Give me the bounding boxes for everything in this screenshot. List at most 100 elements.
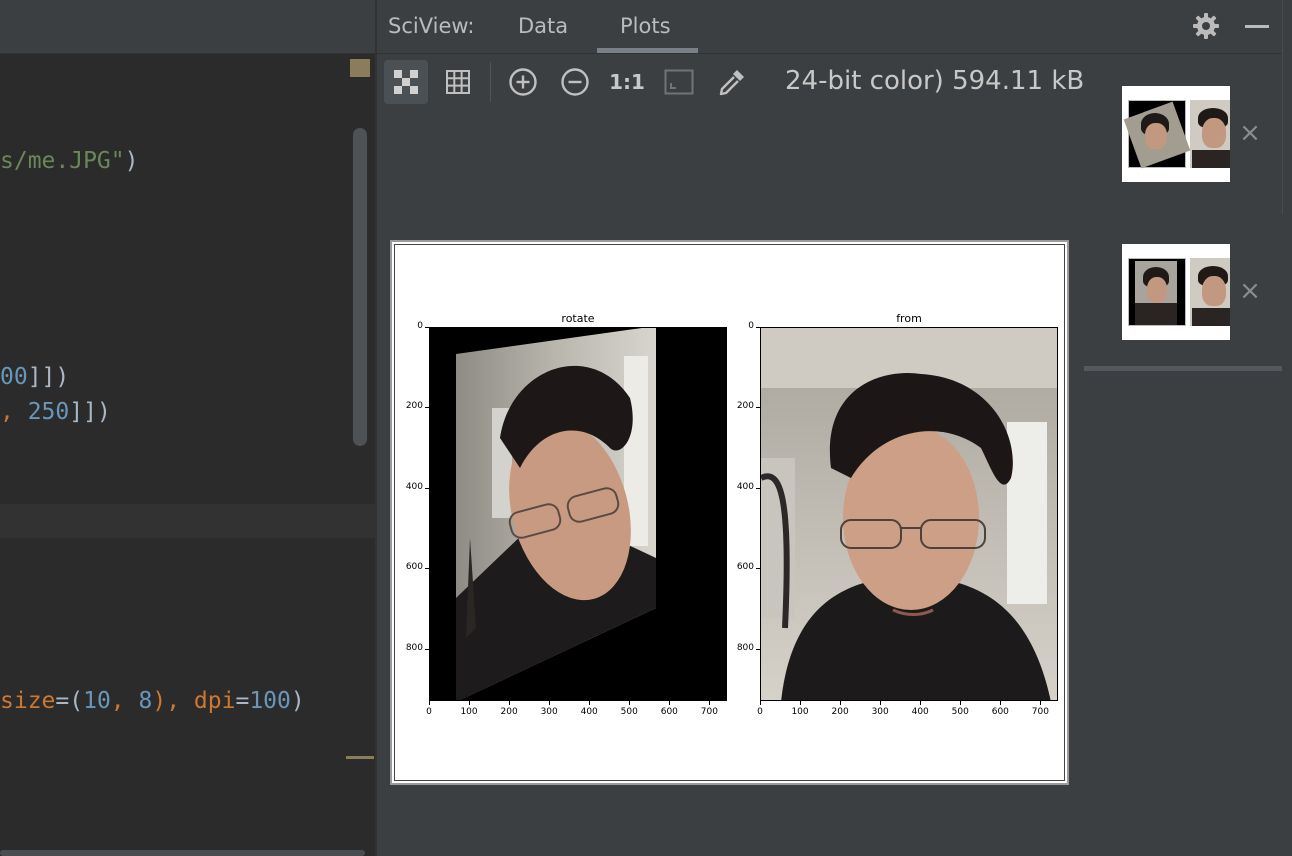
y-tick-label: 600 xyxy=(736,562,754,573)
x-tick-mark xyxy=(1000,701,1002,705)
y-tick-mark xyxy=(756,327,760,328)
x-tick-label: 500 xyxy=(620,707,638,717)
color-picker-button[interactable] xyxy=(710,60,754,104)
y-tick-label: 0 xyxy=(417,321,423,331)
active-tab-indicator xyxy=(597,48,698,53)
x-tick-mark xyxy=(760,701,761,705)
y-tick-mark xyxy=(756,487,760,489)
plot-image[interactable]: rotate from 0 100 200 300 400 500 600 70… xyxy=(390,240,1069,785)
error-stripe-marker[interactable] xyxy=(346,756,374,759)
code-line[interactable]: 00]]) xyxy=(0,362,69,392)
eyedropper-icon xyxy=(719,70,744,96)
code-editor[interactable]: s/me.JPG") 00]]) , 250]]) size=(10, 8), … xyxy=(0,0,375,856)
plot-thumbnail[interactable] xyxy=(1122,244,1230,340)
code-token: 8 xyxy=(138,688,153,714)
code-token: , xyxy=(110,688,139,714)
actual-size-button[interactable]: 1:1 xyxy=(605,60,649,104)
y-tick-mark xyxy=(425,568,429,570)
editor-horizontal-scrollbar[interactable] xyxy=(0,850,365,856)
y-tick-label: 200 xyxy=(736,401,754,412)
code-token: 00 xyxy=(0,364,28,390)
image-info-text: 24-bit color) 594.11 kB xyxy=(785,66,1085,96)
y-tick-label: 400 xyxy=(405,481,423,492)
sciview-title: SciView: xyxy=(388,14,475,38)
x-tick-mark xyxy=(880,701,882,705)
code-token: ), xyxy=(152,688,194,714)
y-tick-mark xyxy=(756,568,760,570)
x-tick-label: 400 xyxy=(580,707,598,717)
code-token: dpi xyxy=(193,688,236,714)
x-tick-label: 300 xyxy=(871,707,889,717)
y-tick-mark xyxy=(425,407,429,409)
close-thumbnail-icon[interactable]: × xyxy=(1239,120,1261,146)
x-tick-label: 700 xyxy=(700,707,718,717)
x-tick-label: 200 xyxy=(831,707,849,717)
subplot-title: rotate xyxy=(561,312,595,325)
y-tick-label: 400 xyxy=(736,481,754,492)
code-token: = xyxy=(235,688,250,714)
code-token: ]]) xyxy=(69,399,111,425)
zoom-in-button[interactable] xyxy=(501,60,545,104)
gear-icon[interactable] xyxy=(1192,12,1220,40)
x-tick-label: 700 xyxy=(1031,707,1049,717)
code-line[interactable]: s/me.JPG") xyxy=(0,146,138,176)
inspection-marker[interactable] xyxy=(350,59,370,77)
zoom-out-icon xyxy=(561,68,589,96)
sciview-panel: SciView: Data Plots 1:1 24-bit color) 59… xyxy=(377,0,1292,856)
editor-tab-bar xyxy=(0,0,375,54)
thumbnail-rotated-image xyxy=(1123,100,1191,169)
code-line[interactable]: , 250]]) xyxy=(0,397,111,427)
x-tick-mark xyxy=(1040,701,1042,705)
x-tick-label: 300 xyxy=(540,707,558,717)
code-token: size xyxy=(0,688,56,714)
x-tick-mark xyxy=(469,701,471,705)
thumbnail-rotated-image xyxy=(1128,258,1186,326)
code-line[interactable]: size=(10, 8), dpi=100) xyxy=(0,686,305,716)
thumbnail-scrollbar[interactable] xyxy=(1282,0,1292,214)
y-tick-label: 800 xyxy=(405,642,423,653)
editor-scrollbar-thumb[interactable] xyxy=(353,128,367,446)
plot-thumbnail[interactable] xyxy=(1122,86,1230,182)
code-token: , xyxy=(0,399,28,425)
x-tick-label: 100 xyxy=(460,707,478,717)
x-tick-label: 0 xyxy=(426,707,432,717)
code-token: =( xyxy=(55,688,84,714)
close-thumbnail-icon[interactable]: × xyxy=(1239,278,1261,304)
zoom-out-button[interactable] xyxy=(553,60,597,104)
x-tick-mark xyxy=(429,701,430,705)
code-token: ) xyxy=(290,688,305,714)
grid-button[interactable] xyxy=(436,60,480,104)
tab-data[interactable]: Data xyxy=(518,14,568,38)
code-token: s/me.JPG" xyxy=(0,148,125,174)
x-tick-mark xyxy=(709,701,711,705)
figure-canvas: rotate from 0 100 200 300 400 500 600 70… xyxy=(394,244,1065,781)
checkerboard-background-button[interactable] xyxy=(384,60,428,104)
y-tick-label: 0 xyxy=(748,321,754,331)
thumbnail-panel-splitter[interactable] xyxy=(1084,366,1282,371)
y-tick-label: 200 xyxy=(405,401,423,412)
code-token: 250 xyxy=(27,399,70,425)
x-tick-label: 600 xyxy=(991,707,1009,717)
x-tick-mark xyxy=(589,701,591,705)
y-tick-mark xyxy=(756,648,760,650)
thumbnail-original-image xyxy=(1190,100,1230,168)
checkerboard-icon xyxy=(394,70,418,94)
x-tick-label: 500 xyxy=(951,707,969,717)
x-tick-label: 200 xyxy=(500,707,518,717)
thumbnail-original-image xyxy=(1190,258,1230,326)
fit-window-button[interactable] xyxy=(657,60,701,104)
code-token: ]]) xyxy=(27,364,70,390)
zoom-in-icon xyxy=(509,68,537,96)
minimize-icon[interactable] xyxy=(1245,25,1269,28)
tab-plots[interactable]: Plots xyxy=(620,14,671,38)
x-tick-mark xyxy=(669,701,671,705)
x-tick-mark xyxy=(840,701,842,705)
subplot-axes-rotate xyxy=(429,327,727,701)
toolbar-separator xyxy=(490,62,491,102)
current-line-highlight xyxy=(0,504,375,538)
subplot-title: from xyxy=(896,312,922,325)
x-tick-label: 0 xyxy=(757,707,763,717)
x-tick-mark xyxy=(549,701,551,705)
x-tick-mark xyxy=(960,701,962,705)
rotated-photo xyxy=(456,328,656,700)
